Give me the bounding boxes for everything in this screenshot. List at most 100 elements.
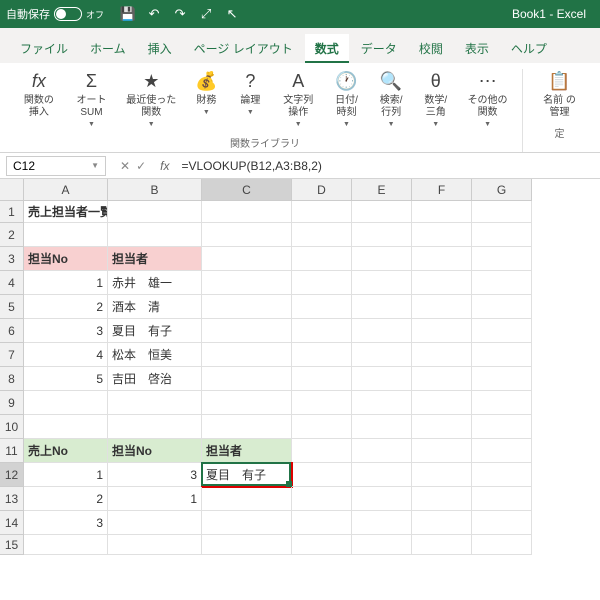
cell[interactable] [352,535,412,555]
cell[interactable] [352,295,412,319]
cell[interactable] [24,391,108,415]
cell[interactable]: 売上No [24,439,108,463]
cell[interactable] [108,535,202,555]
cell[interactable] [202,535,292,555]
column-header[interactable]: G [472,179,532,201]
tab-ヘルプ[interactable]: ヘルプ [501,34,557,63]
column-header[interactable]: A [24,179,108,201]
column-header[interactable]: E [352,179,412,201]
cell[interactable] [292,535,352,555]
row-header[interactable]: 4 [0,271,24,295]
cell[interactable] [292,391,352,415]
touch-mode-icon[interactable]: ⤢ [198,6,214,22]
cell[interactable]: 5 [24,367,108,391]
cell[interactable] [472,247,532,271]
cell[interactable] [202,415,292,439]
cell[interactable] [292,271,352,295]
cell[interactable]: 1 [108,487,202,511]
row-header[interactable]: 12 [0,463,24,487]
cell[interactable] [412,319,472,343]
cell[interactable] [472,511,532,535]
datetime-button[interactable]: 🕐日付/時刻▼ [327,69,366,131]
row-header[interactable]: 2 [0,223,24,247]
row-header[interactable]: 5 [0,295,24,319]
cell[interactable] [412,367,472,391]
cell[interactable] [292,463,352,487]
name-manager-button[interactable]: 📋名前 の管理 [535,69,584,121]
cell[interactable] [472,415,532,439]
tab-ページ レイアウト[interactable]: ページ レイアウト [184,34,303,63]
cell[interactable] [472,439,532,463]
cell[interactable] [292,343,352,367]
cell[interactable] [352,439,412,463]
cell[interactable]: 酒本 清 [108,295,202,319]
redo-icon[interactable]: ↷ [172,6,188,22]
cell[interactable] [202,367,292,391]
cell[interactable] [292,511,352,535]
row-header[interactable]: 1 [0,201,24,223]
cell[interactable] [412,201,472,223]
cell[interactable]: 2 [24,295,108,319]
cell[interactable] [108,511,202,535]
cell[interactable]: 松本 恒美 [108,343,202,367]
enter-icon[interactable]: ✓ [136,159,146,173]
logical-button[interactable]: ?論理▼ [231,69,269,131]
cell[interactable]: 3 [108,463,202,487]
cell[interactable]: 吉田 啓治 [108,367,202,391]
column-header[interactable]: D [292,179,352,201]
cell[interactable] [202,487,292,511]
save-icon[interactable]: 💾 [120,6,136,22]
cell[interactable] [352,487,412,511]
cell[interactable] [352,367,412,391]
cell[interactable] [472,535,532,555]
cell[interactable] [412,247,472,271]
row-header[interactable]: 15 [0,535,24,555]
cell[interactable] [352,247,412,271]
cell[interactable] [202,247,292,271]
tab-データ[interactable]: データ [351,34,407,63]
cancel-icon[interactable]: ✕ [120,159,130,173]
row-header[interactable]: 9 [0,391,24,415]
cell[interactable] [292,247,352,271]
cell[interactable] [412,439,472,463]
column-header[interactable]: F [412,179,472,201]
cell[interactable] [352,271,412,295]
cell[interactable] [352,463,412,487]
cell[interactable]: 夏目 有子 [108,319,202,343]
cell[interactable]: 担当者 [108,247,202,271]
cell[interactable] [24,223,108,247]
column-header[interactable]: B [108,179,202,201]
insert-function-button[interactable]: fx関数の 挿入 [16,69,62,131]
cell[interactable] [108,391,202,415]
cell[interactable] [202,319,292,343]
tab-ファイル[interactable]: ファイル [10,34,78,63]
name-box[interactable]: C12▼ [6,156,106,176]
cell[interactable] [472,201,532,223]
cell[interactable] [202,295,292,319]
tab-校閲[interactable]: 校閲 [409,34,453,63]
cell[interactable]: 2 [24,487,108,511]
autosum-button[interactable]: Σオート SUM▼ [68,69,115,131]
cell[interactable] [292,487,352,511]
row-header[interactable]: 8 [0,367,24,391]
lookup-button[interactable]: 🔍検索/行列▼ [372,69,411,131]
math-button[interactable]: θ数学/三角▼ [416,69,455,131]
cell[interactable] [412,511,472,535]
cell[interactable]: 担当No [108,439,202,463]
cell[interactable] [472,463,532,487]
cell[interactable] [412,415,472,439]
cell[interactable] [412,391,472,415]
cell[interactable] [472,487,532,511]
tab-挿入[interactable]: 挿入 [138,34,182,63]
cell[interactable] [472,223,532,247]
tab-ホーム[interactable]: ホーム [80,34,136,63]
cell[interactable] [292,201,352,223]
cell[interactable] [352,223,412,247]
cell[interactable] [108,415,202,439]
cell[interactable]: 3 [24,319,108,343]
row-header[interactable]: 13 [0,487,24,511]
cell[interactable] [352,319,412,343]
cell[interactable] [472,343,532,367]
cell[interactable] [472,319,532,343]
row-header[interactable]: 10 [0,415,24,439]
